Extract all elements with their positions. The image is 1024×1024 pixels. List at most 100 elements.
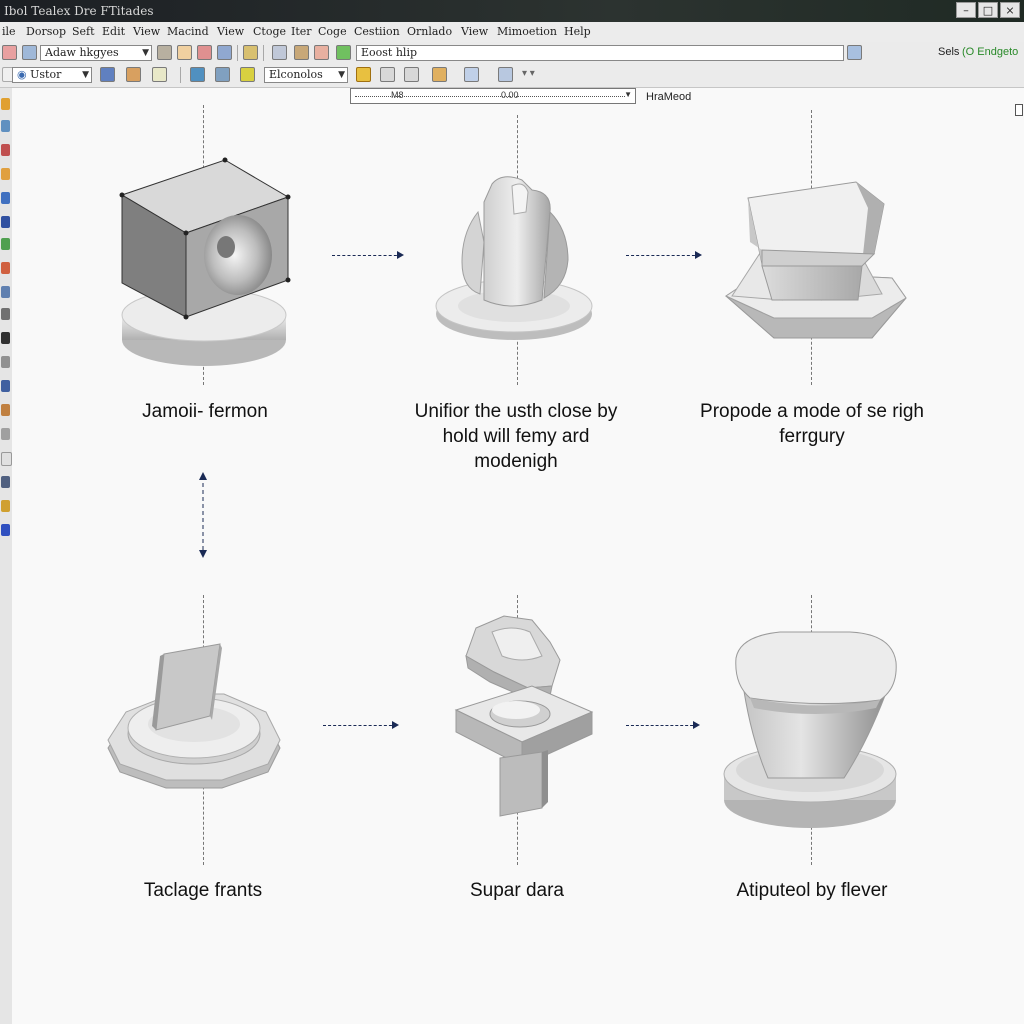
warning-icon[interactable] <box>1 98 10 110</box>
separator <box>263 45 264 61</box>
more-icon[interactable]: ▾ ▾ <box>522 68 535 79</box>
fillet-icon[interactable] <box>1 286 10 298</box>
style-combo[interactable]: Elconolos ▼ <box>264 67 348 83</box>
open-icon[interactable] <box>22 45 37 60</box>
exploded-stand-icon[interactable] <box>452 612 596 824</box>
chamfered-pedestal-icon[interactable] <box>722 168 910 346</box>
menu-iter[interactable]: Iter <box>291 25 312 38</box>
menu-ctoge[interactable]: Ctoge <box>253 25 286 38</box>
menu-mimoetion[interactable]: Mimoetion <box>497 25 557 38</box>
menu-edit[interactable]: Edit <box>102 25 125 38</box>
rounded-anvil-icon[interactable] <box>720 628 902 832</box>
ruler-line <box>355 96 625 97</box>
delete-icon[interactable] <box>197 45 212 60</box>
arc-icon[interactable] <box>1 404 10 416</box>
menu-view-3[interactable]: View <box>461 25 488 38</box>
scale-icon[interactable] <box>1 192 10 204</box>
pen-icon[interactable] <box>294 45 309 60</box>
menu-cestiion[interactable]: Cestiion <box>354 25 400 38</box>
cube-icon[interactable] <box>177 45 192 60</box>
cube-on-disc-icon[interactable] <box>110 155 300 375</box>
glasses-icon[interactable] <box>272 45 287 60</box>
grid-icon[interactable] <box>157 45 172 60</box>
save-icon[interactable] <box>243 45 258 60</box>
flow-arrow-5-6 <box>626 721 700 729</box>
tools-icon[interactable] <box>215 67 230 82</box>
help-field-value: Eoost hlip <box>361 46 417 59</box>
window-controls: – □ × <box>956 2 1020 18</box>
link-icon[interactable] <box>217 45 232 60</box>
select-icon[interactable] <box>1 120 10 132</box>
no-entry-icon[interactable] <box>2 45 17 60</box>
close-button[interactable]: × <box>1000 2 1020 18</box>
vertical-flow-arrow <box>199 472 207 558</box>
menu-seft[interactable]: Seft <box>72 25 95 38</box>
color-wheel-icon[interactable] <box>464 67 479 82</box>
point-icon[interactable] <box>1 452 12 466</box>
orbit-icon[interactable] <box>1 524 10 536</box>
wedge-on-gear-base-icon[interactable] <box>104 640 284 796</box>
saddle-block-icon[interactable] <box>432 172 598 344</box>
extrude-icon[interactable] <box>1 238 10 250</box>
chevron-down-icon: ▼ <box>82 70 89 80</box>
grey-check-icon[interactable] <box>380 67 395 82</box>
standard-toolbar: Adaw hkgyes ▼ Eoost hlip Sels (O Endgeto <box>0 42 1024 64</box>
step-caption-5: Supar dara <box>469 880 564 901</box>
render-icon[interactable] <box>126 67 141 82</box>
sels-label: Sels <box>938 46 960 58</box>
view-combo[interactable]: ◉ Ustor ▼ <box>12 67 92 83</box>
light-tool-icon[interactable] <box>1 500 10 512</box>
snap-icon[interactable] <box>498 67 513 82</box>
material-icon[interactable] <box>432 67 447 82</box>
measure-icon[interactable] <box>1 308 10 320</box>
copy-icon[interactable] <box>314 45 329 60</box>
shell-icon[interactable] <box>1 428 10 440</box>
maximize-button[interactable]: □ <box>978 2 998 18</box>
move-icon[interactable] <box>1 144 10 156</box>
line-icon[interactable] <box>1 356 10 368</box>
rotate-icon[interactable] <box>1 168 10 180</box>
circle-icon[interactable] <box>1 476 10 488</box>
frame-icon[interactable] <box>152 67 167 82</box>
step-caption-2: Unifior the usth close by hold will femy… <box>414 401 618 472</box>
layer-combo[interactable]: Adaw hkgyes ▼ <box>40 45 152 61</box>
minimize-button[interactable]: – <box>956 2 976 18</box>
menu-help[interactable]: Help <box>564 25 591 38</box>
step-caption-4: Taclage frants <box>143 880 263 901</box>
step-caption-1: Jamoii- fermon <box>142 401 268 422</box>
flow-arrow-1-2 <box>332 251 404 259</box>
chevron-down-icon: ▼ <box>338 70 345 80</box>
mirror-icon[interactable] <box>1 216 10 228</box>
flow-arrow-4-5 <box>323 721 399 729</box>
light-icon[interactable] <box>356 67 371 82</box>
curve-icon[interactable] <box>1 380 10 392</box>
status-text: (O Endgeto <box>962 46 1019 58</box>
cut-icon[interactable] <box>1 262 10 274</box>
flow-arrow-2-3 <box>626 251 702 259</box>
menu-file[interactable]: ile <box>2 25 16 38</box>
pen-tool-icon[interactable] <box>1 332 10 344</box>
floppy-icon[interactable] <box>847 45 862 60</box>
check-icon[interactable] <box>240 67 255 82</box>
eye-icon[interactable] <box>100 67 115 82</box>
menu-ornlado[interactable]: Ornlado <box>407 25 452 38</box>
grey-arrow-icon[interactable] <box>404 67 419 82</box>
menu-dorsop[interactable]: Dorsop <box>26 25 66 38</box>
menu-view[interactable]: View <box>133 25 160 38</box>
menu-bar: ile Dorsop Seft Edit View Macind View Ct… <box>0 22 1024 43</box>
value-ruler[interactable]: M8 0.00 ▼ <box>350 88 636 104</box>
chevron-down-icon: ▼ <box>624 90 632 99</box>
menu-macind[interactable]: Macind <box>167 25 209 38</box>
style-combo-value: Elconolos <box>269 68 323 81</box>
layer-combo-value: Adaw hkgyes <box>45 46 119 59</box>
viewcube-icon[interactable] <box>1015 104 1023 116</box>
diamond-icon[interactable] <box>336 45 351 60</box>
menu-coge[interactable]: Coge <box>318 25 347 38</box>
step-caption-6: Atiputeol by flever <box>736 880 888 901</box>
title-bar: Ibol Tealex Dre FTitades – □ × <box>0 0 1024 22</box>
help-field[interactable]: Eoost hlip <box>356 45 844 61</box>
globe-icon: ◉ <box>17 68 31 81</box>
menu-view-2[interactable]: View <box>217 25 244 38</box>
step-caption-3: Propode a mode of se righ ferrgury <box>700 401 924 447</box>
camera-icon[interactable] <box>190 67 205 82</box>
